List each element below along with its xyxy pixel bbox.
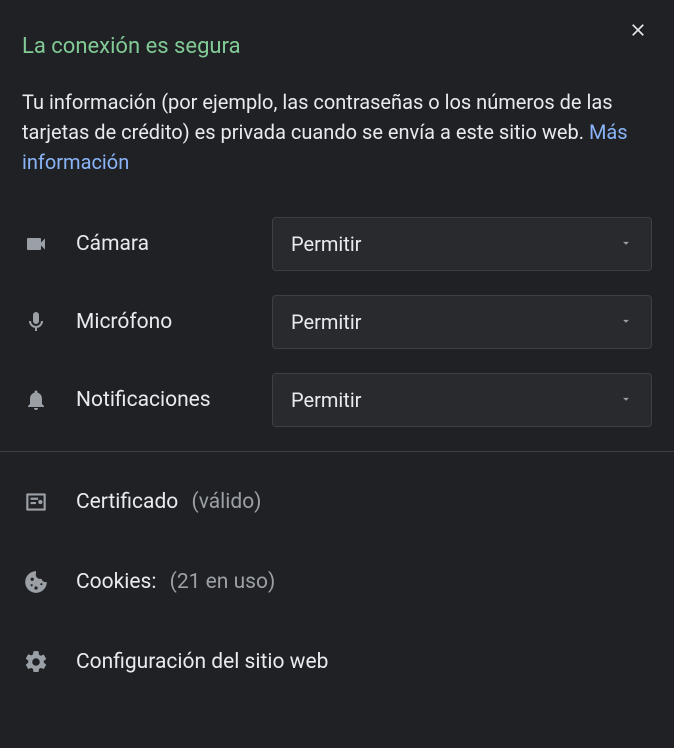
chevron-down-icon: [619, 391, 633, 410]
microphone-icon: [22, 308, 50, 336]
menu-label: Certificado (válido): [76, 490, 262, 514]
menu-label: Cookies: (21 en uso): [76, 570, 275, 594]
permission-label: Micrófono: [76, 310, 272, 334]
menu-cookies[interactable]: Cookies: (21 en uso): [22, 542, 652, 622]
menu-label-text: Cookies:: [76, 570, 156, 594]
menu-label-status: (21 en uso): [170, 570, 276, 594]
permission-select-notifications[interactable]: Permitir: [272, 373, 652, 427]
permission-row-notifications: Notificaciones Permitir: [22, 373, 652, 427]
close-button[interactable]: [624, 18, 652, 46]
permission-value: Permitir: [291, 232, 361, 256]
menu-label: Configuración del sitio web: [76, 650, 328, 674]
chevron-down-icon: [619, 313, 633, 332]
permission-row-microphone: Micrófono Permitir: [22, 295, 652, 349]
description-text: Tu información (por ejemplo, las contras…: [22, 87, 652, 177]
permission-value: Permitir: [291, 310, 361, 334]
permission-select-microphone[interactable]: Permitir: [272, 295, 652, 349]
close-icon: [628, 20, 648, 44]
permission-label: Notificaciones: [76, 388, 272, 412]
cookie-icon: [22, 568, 50, 596]
permission-value: Permitir: [291, 388, 361, 412]
menu-site-settings[interactable]: Configuración del sitio web: [22, 622, 652, 702]
camera-icon: [22, 230, 50, 258]
permission-select-camera[interactable]: Permitir: [272, 217, 652, 271]
menu-label-text: Certificado: [76, 490, 178, 514]
certificate-icon: [22, 488, 50, 516]
chevron-down-icon: [619, 235, 633, 254]
permission-label: Cámara: [76, 232, 272, 256]
permission-row-camera: Cámara Permitir: [22, 217, 652, 271]
menu-certificate[interactable]: Certificado (válido): [22, 462, 652, 542]
site-info-panel: La conexión es segura Tu información (po…: [0, 0, 674, 702]
bell-icon: [22, 386, 50, 414]
menu-label-status: (válido): [192, 490, 262, 514]
gear-icon: [22, 648, 50, 676]
description-body: Tu información (por ejemplo, las contras…: [22, 90, 613, 144]
page-title: La conexión es segura: [22, 34, 652, 59]
